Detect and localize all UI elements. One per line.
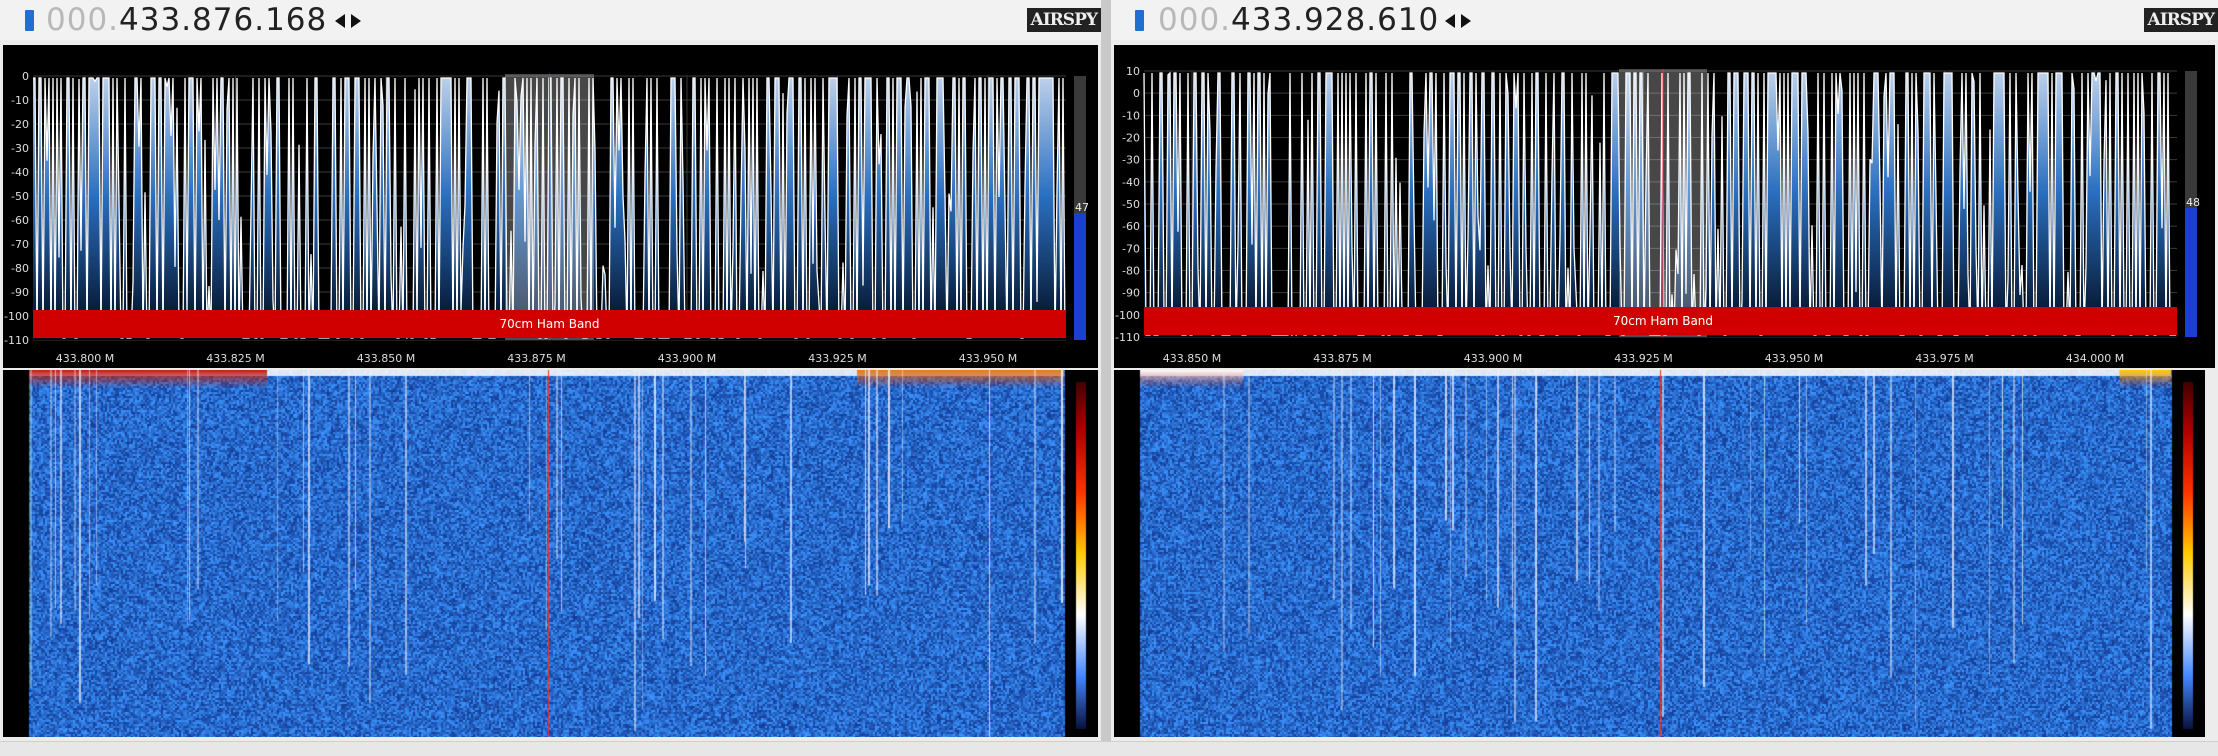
y-tick-label: -60 [11,214,29,227]
y-tick-label: -110 [4,334,29,347]
x-tick-label: 433.925 M [1614,352,1672,365]
level-meter-value: 47 [1075,201,1089,214]
y-tick-label: -90 [1122,287,1140,300]
frequency-bar: 000.433.876.168 AIRSPY [0,0,1101,40]
y-tick-label: -80 [11,262,29,275]
airspy-logo: AIRSPY [1026,8,1101,32]
y-tick-label: -70 [1122,242,1140,255]
frequency-leading-zeros: 000. [1158,2,1232,38]
frequency-stepper[interactable] [333,12,365,30]
spectrum-plot[interactable]: 0 -10 -20 -30 -40 -50 -60 -70 -80 -90 -100 -110 433.… [3,45,1098,368]
x-tick-label: 433.900 M [1464,352,1522,365]
y-tick-label: -10 [1122,109,1140,122]
x-tick-label: 433.825 M [206,352,264,365]
y-tick-label: -80 [1122,265,1140,278]
level-meter-fill [1074,213,1086,340]
step-left-icon[interactable] [1443,12,1457,30]
y-tick-label: -10 [11,94,29,107]
y-tick-label: -100 [4,310,29,323]
x-tick-label: 433.875 M [507,352,565,365]
band-plan-label: 70cm Ham Band [1613,314,1713,328]
frequency-value: 433.876.168 [119,2,328,38]
y-tick-label: -50 [11,190,29,203]
x-tick-label: 433.850 M [357,352,415,365]
step-right-icon[interactable] [349,12,363,30]
frequency-display[interactable]: 000.433.876.168 [46,0,327,40]
x-tick-label: 433.950 M [959,352,1017,365]
sdr-panel-right: 000.433.928.610 AIRSPY 10 0 -10 -20 -30 -40 -5… [1111,0,2218,741]
status-bar [0,741,2218,756]
x-tick-label: 433.800 M [56,352,114,365]
frequency-leading-zeros: 000. [46,2,120,38]
step-right-icon[interactable] [1459,12,1473,30]
x-tick-label: 433.950 M [1765,352,1823,365]
frequency-stepper[interactable] [1443,12,1475,30]
y-tick-label: -40 [1122,176,1140,189]
y-tick-label: -20 [11,118,29,131]
spectrum-plot[interactable]: 10 0 -10 -20 -30 -40 -50 -60 -70 -80 -90 -100 -110 43… [1114,45,2215,368]
y-tick-label: -60 [1122,220,1140,233]
waterfall-canvas[interactable] [1114,370,2205,737]
waterfall-display[interactable] [3,370,1098,737]
y-tick-label: -90 [11,286,29,299]
y-tick-label: -70 [11,238,29,251]
frequency-marker [1135,10,1144,31]
y-tick-label: 0 [22,70,29,83]
panel-divider[interactable] [1101,0,1111,741]
frequency-marker [25,10,34,31]
sdr-panel-left: 000.433.876.168 AIRSPY 0 -10 -20 -30 -40 -50 -… [0,0,1101,741]
airspy-logo: AIRSPY [2143,8,2218,32]
level-meter-fill [2185,208,2197,337]
y-tick-label: -100 [1115,309,1140,322]
x-tick-label: 433.925 M [808,352,866,365]
y-tick-label: -30 [1122,154,1140,167]
x-tick-label: 433.975 M [1915,352,1973,365]
waterfall-display[interactable] [1114,370,2205,737]
x-tick-label: 433.900 M [658,352,716,365]
waterfall-canvas[interactable] [3,370,1098,737]
frequency-bar: 000.433.928.610 AIRSPY [1111,0,2218,40]
frequency-value: 433.928.610 [1231,2,1440,38]
y-tick-label: -110 [1115,331,1140,344]
level-meter-value: 48 [2186,196,2200,209]
frequency-display[interactable]: 000.433.928.610 [1158,0,1439,40]
y-tick-label: -50 [1122,198,1140,211]
x-tick-label: 433.875 M [1313,352,1371,365]
x-tick-label: 434.000 M [2066,352,2124,365]
step-left-icon[interactable] [333,12,347,30]
y-tick-label: -30 [11,142,29,155]
y-tick-label: 10 [1126,65,1140,78]
y-tick-label: -40 [11,166,29,179]
y-tick-label: -20 [1122,132,1140,145]
y-tick-label: 0 [1133,87,1140,100]
band-plan-label: 70cm Ham Band [499,317,599,331]
x-tick-label: 433.850 M [1163,352,1221,365]
